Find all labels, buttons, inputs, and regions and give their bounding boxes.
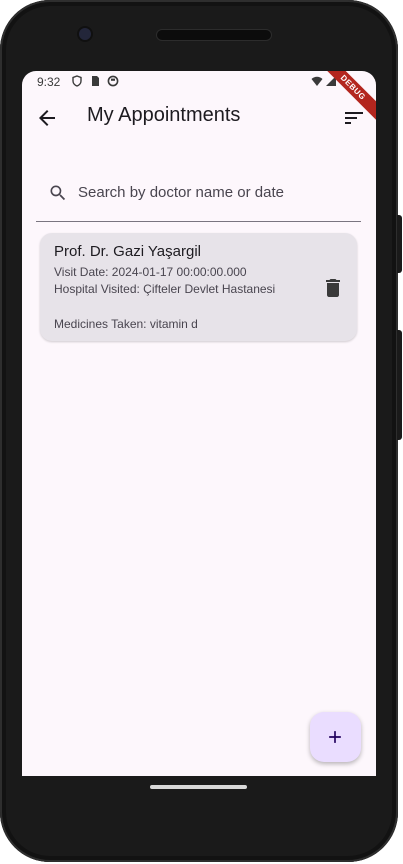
appointment-card[interactable]: Prof. Dr. Gazi Yaşargil Visit Date: 2024… [40, 233, 357, 341]
page-title: My Appointments [87, 104, 241, 126]
add-appointment-button[interactable] [310, 712, 361, 762]
app-bar: My Appointments [22, 93, 376, 141]
visit-date: Visit Date: 2024-01-17 00:00:00.000 [54, 265, 247, 279]
doctor-name: Prof. Dr. Gazi Yaşargil [54, 243, 201, 260]
arrow-back-icon[interactable] [35, 106, 59, 130]
circle-app-icon [107, 75, 119, 87]
hospital-visited: Hospital Visited: Çifteler Devlet Hastan… [54, 282, 276, 296]
status-time: 9:32 [37, 75, 61, 89]
search-input[interactable] [78, 180, 348, 204]
phone-frame: 9:32 DEBUG My Appointments Search by doc… [0, 0, 398, 862]
app-screen: 9:32 DEBUG My Appointments Search by doc… [22, 71, 376, 776]
search-icon [50, 185, 66, 201]
wifi-icon [311, 76, 323, 86]
status-bar: 9:32 DEBUG [22, 71, 376, 124]
medicines-taken: Medicines Taken: vitamin d [54, 317, 198, 331]
home-indicator[interactable] [150, 785, 247, 789]
front-camera [79, 28, 91, 40]
shield-icon [72, 75, 82, 87]
power-button [397, 330, 402, 440]
sim-card-icon [92, 76, 99, 86]
search-field[interactable] [36, 167, 361, 222]
add-icon [329, 731, 341, 743]
volume-button [397, 215, 402, 273]
earpiece-speaker [157, 30, 271, 40]
sort-icon[interactable] [342, 106, 366, 130]
delete-icon[interactable] [321, 276, 345, 300]
